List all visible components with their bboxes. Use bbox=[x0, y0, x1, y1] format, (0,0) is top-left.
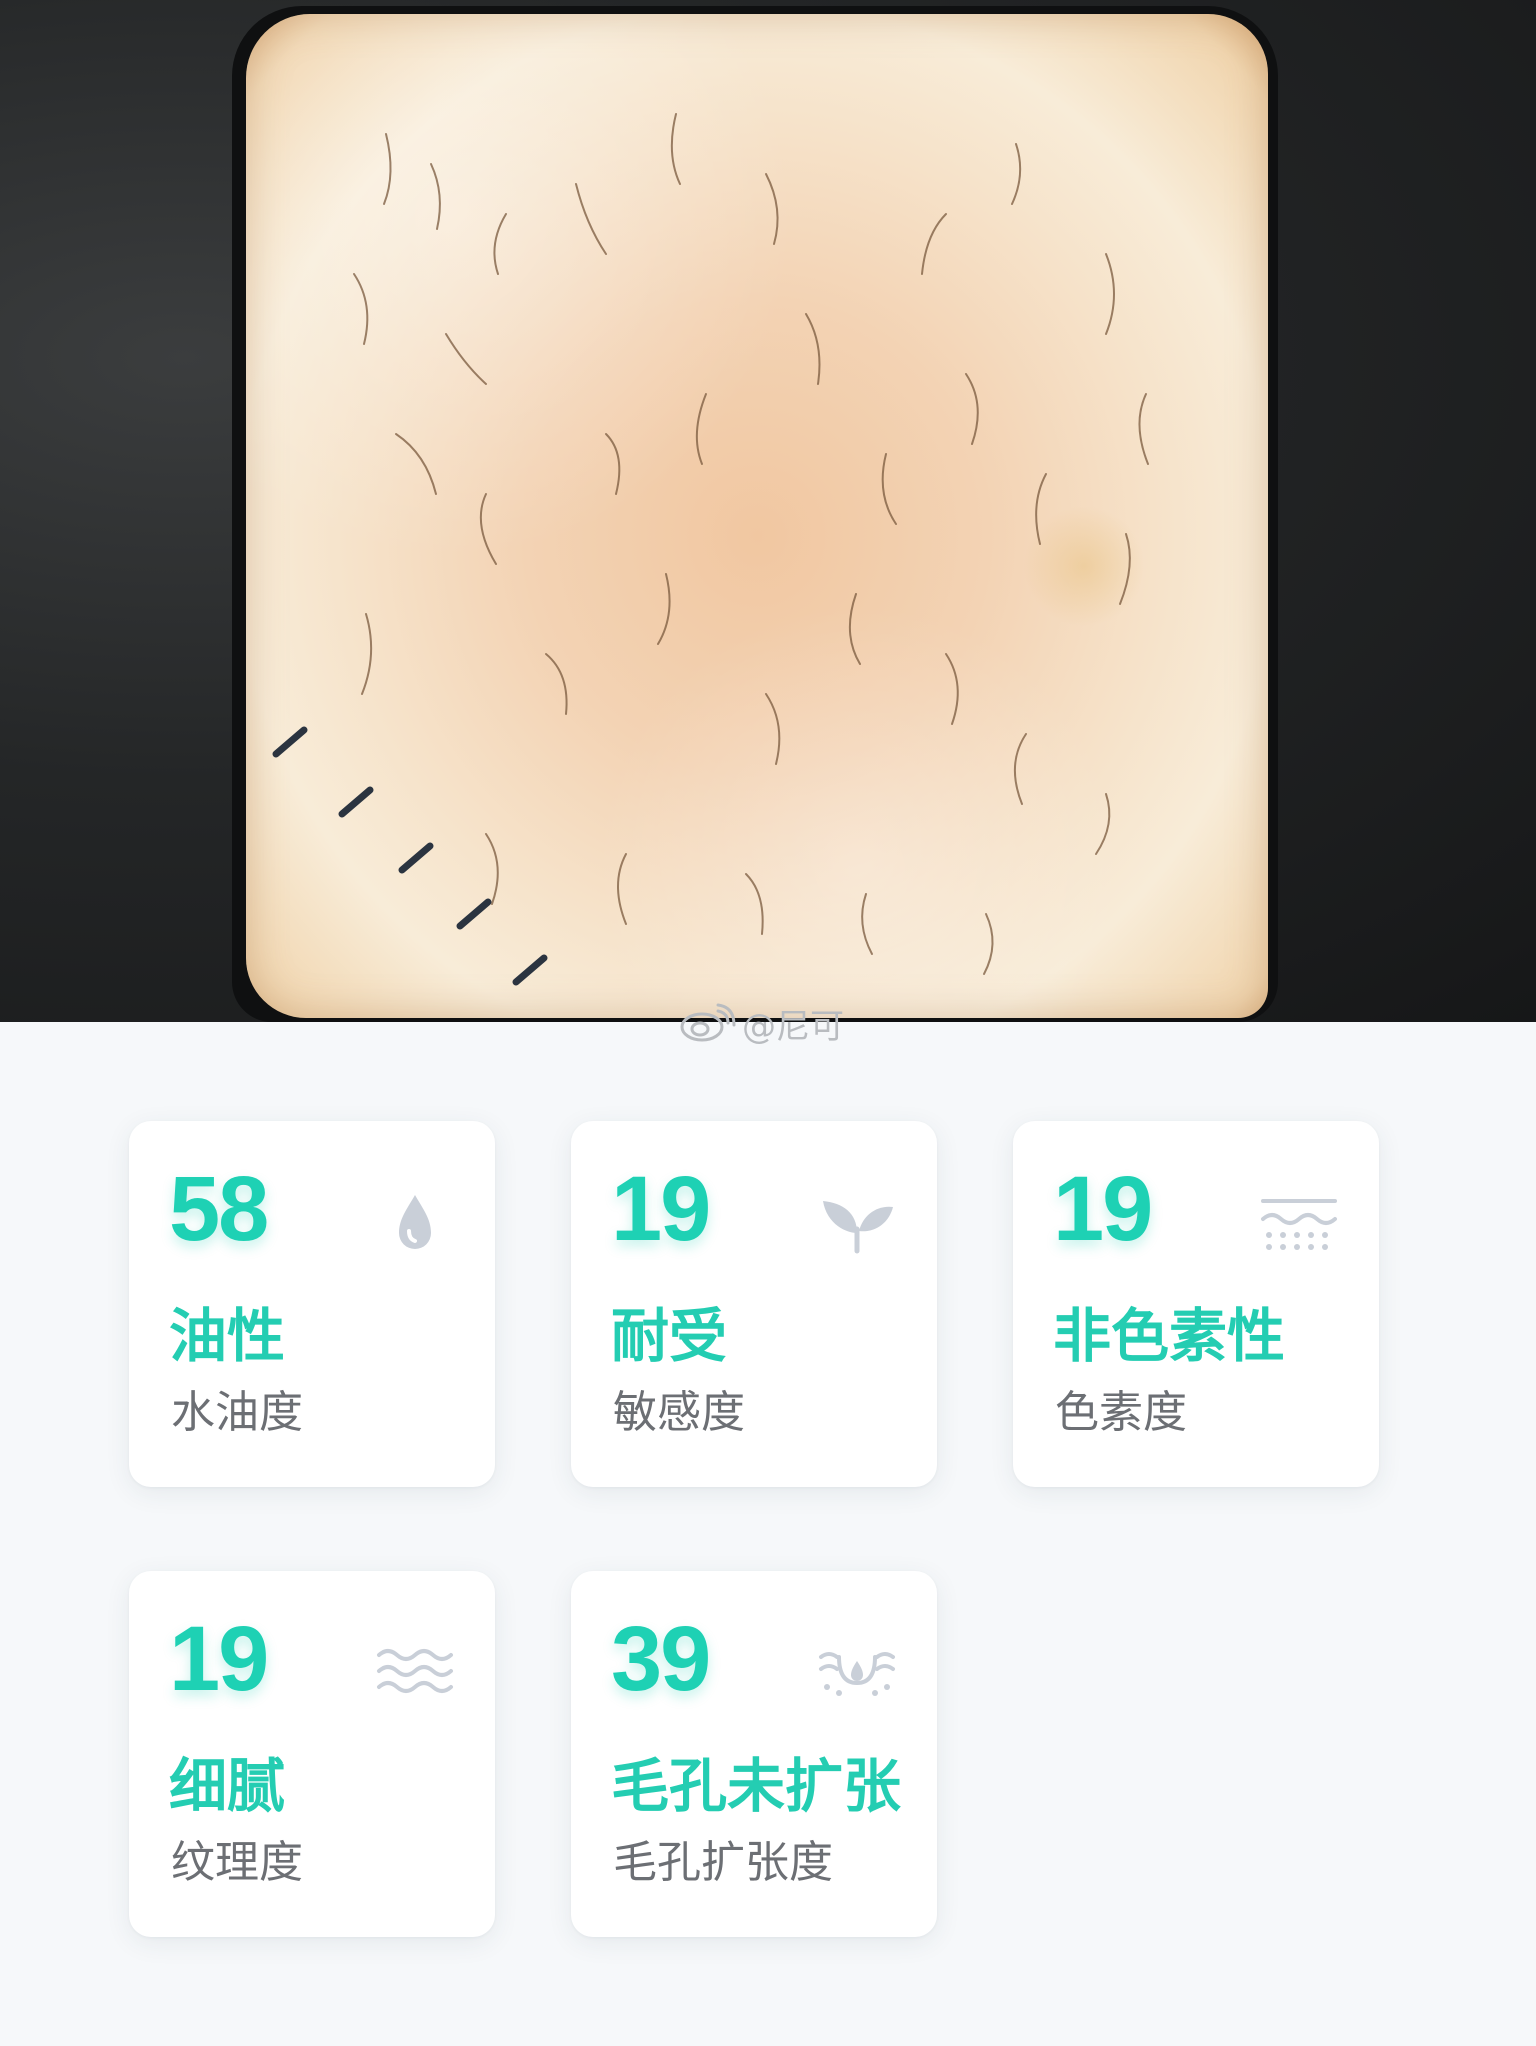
metric-card-texture[interactable]: 19 细腻 纹理度 bbox=[129, 1571, 495, 1937]
pigment-icon bbox=[1261, 1199, 1337, 1250]
metric-value: 58 bbox=[169, 1158, 269, 1260]
metric-label: 耐受 bbox=[611, 1302, 728, 1370]
drop-icon bbox=[399, 1195, 431, 1249]
metric-label: 非色素性 bbox=[1053, 1302, 1286, 1370]
metric-label: 细腻 bbox=[169, 1752, 286, 1820]
metric-card-oiliness[interactable]: 58 油性 水油度 bbox=[129, 1121, 495, 1487]
metric-card-sensitivity[interactable]: 19 耐受 敏感度 bbox=[571, 1121, 937, 1487]
metric-subtitle: 水油度 bbox=[171, 1387, 303, 1438]
metric-subtitle: 毛孔扩张度 bbox=[613, 1837, 833, 1888]
metric-subtitle: 敏感度 bbox=[613, 1387, 745, 1438]
leaf-icon bbox=[823, 1201, 893, 1254]
metric-subtitle: 纹理度 bbox=[171, 1837, 303, 1888]
metric-value: 19 bbox=[1053, 1158, 1153, 1260]
metric-card-pigmentation[interactable]: 19 非色素性 色素度 bbox=[1013, 1121, 1379, 1487]
pore-icon bbox=[819, 1652, 895, 1696]
metric-label: 毛孔未扩张 bbox=[611, 1752, 902, 1820]
metric-card-pores[interactable]: 39 毛孔未扩张 毛孔扩张度 bbox=[571, 1571, 937, 1937]
metric-label: 油性 bbox=[169, 1302, 286, 1370]
metric-value: 19 bbox=[169, 1608, 269, 1710]
metric-value: 39 bbox=[611, 1608, 711, 1710]
waves-icon bbox=[377, 1649, 453, 1693]
metric-subtitle: 色素度 bbox=[1055, 1387, 1187, 1438]
metric-cards: 58 油性 水油度 19 耐受 敏感度 19 非色素性 色素度 19 细腻 纹理… bbox=[0, 0, 1536, 2046]
metric-value: 19 bbox=[611, 1158, 711, 1260]
